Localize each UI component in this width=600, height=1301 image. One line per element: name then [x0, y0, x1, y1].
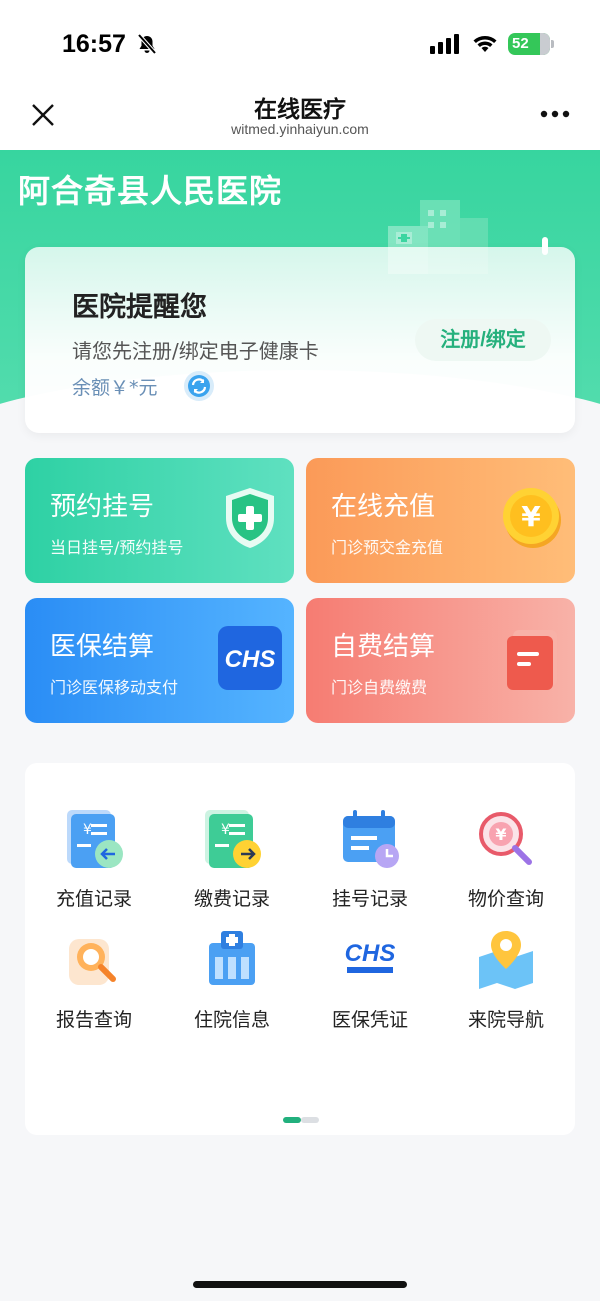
quick-action-title: 在线充值 — [331, 492, 436, 522]
insurance-voucher-icon: CHS — [345, 940, 396, 973]
reminder-description: 请您先注册/绑定电子健康卡 — [72, 339, 319, 363]
services-panel: ¥ 充值记录 ¥ 缴费记录 挂号记录 ¥ 物价查询 报告查询 住院信息 CHS … — [25, 763, 575, 1135]
battery-level: 52 — [512, 35, 529, 52]
page-domain: witmed.yinhaiyun.com — [231, 121, 369, 137]
svg-text:¥: ¥ — [495, 825, 506, 844]
wifi-icon — [473, 36, 497, 52]
service-label: 医保凭证 — [331, 1009, 408, 1031]
battery-indicator: 52 — [508, 33, 554, 55]
reminder-title: 医院提醒您 — [72, 292, 207, 323]
register-bind-button[interactable]: 注册/绑定 — [415, 319, 551, 361]
service-recharge-record[interactable]: ¥ 充值记录 — [34, 806, 154, 916]
signal-icon — [430, 34, 459, 54]
quick-action-title: 预约挂号 — [50, 492, 155, 522]
service-price-query[interactable]: ¥ 物价查询 — [446, 806, 566, 916]
quick-action-title: 医保结算 — [50, 632, 155, 662]
service-inpatient-info[interactable]: 住院信息 — [172, 927, 292, 1037]
report-query-icon — [69, 939, 116, 985]
navigation-icon — [479, 931, 533, 989]
quick-action-title: 自费结算 — [331, 632, 436, 662]
bell-muted-icon — [137, 33, 157, 55]
service-navigation[interactable]: 来院导航 — [446, 927, 566, 1037]
service-label: 来院导航 — [467, 1009, 544, 1031]
page-indicator — [283, 1117, 319, 1123]
service-label: 充值记录 — [55, 888, 132, 910]
svg-text:¥: ¥ — [521, 500, 541, 533]
service-label: 报告查询 — [55, 1009, 132, 1031]
appointment-card[interactable]: 预约挂号 当日挂号/预约挂号 — [25, 458, 294, 583]
service-label: 缴费记录 — [193, 888, 270, 910]
recharge-record-icon: ¥ — [67, 810, 123, 868]
service-insurance-voucher[interactable]: CHS 医保凭证 — [310, 927, 430, 1037]
more-icon[interactable] — [540, 110, 570, 118]
svg-text:CHS: CHS — [225, 646, 276, 673]
shield-plus-icon — [226, 488, 274, 548]
service-payment-record[interactable]: ¥ 缴费记录 — [172, 806, 292, 916]
quick-action-subtitle: 当日挂号/预约挂号 — [50, 538, 184, 557]
inpatient-info-icon — [209, 931, 255, 985]
registration-record-icon — [343, 810, 399, 868]
reminder-card: 医院提醒您 请您先注册/绑定电子健康卡 余额￥*元 注册/绑定 — [25, 237, 575, 433]
chs-icon: CHS — [218, 626, 282, 690]
service-registration-record[interactable]: 挂号记录 — [310, 806, 430, 916]
balance-text: 余额￥*元 — [72, 377, 158, 399]
self-pay-card[interactable]: 自费结算 门诊自费缴费 — [306, 598, 575, 723]
scroll-indicator — [542, 237, 548, 255]
service-label: 住院信息 — [193, 1009, 270, 1031]
price-query-icon: ¥ — [479, 812, 532, 865]
yuan-coin-icon: ¥ — [503, 488, 561, 548]
svg-text:CHS: CHS — [345, 940, 396, 967]
online-recharge-card[interactable]: 在线充值 门诊预交金充值 ¥ — [306, 458, 575, 583]
status-bar: 16:57 52 — [0, 0, 600, 88]
page-title: 在线医疗 — [254, 97, 346, 123]
payment-record-icon: ¥ — [205, 810, 261, 868]
quick-action-subtitle: 门诊自费缴费 — [331, 678, 428, 697]
home-indicator[interactable] — [193, 1281, 407, 1288]
hospital-name: 阿合奇县人民医院 — [18, 172, 283, 210]
svg-text:¥: ¥ — [221, 822, 230, 838]
page-dot-inactive — [301, 1117, 319, 1123]
service-label: 挂号记录 — [331, 888, 408, 910]
refresh-icon[interactable] — [183, 370, 215, 402]
nav-bar: 在线医疗 witmed.yinhaiyun.com — [0, 88, 600, 150]
bill-icon — [507, 630, 557, 690]
page-dot-active — [283, 1117, 301, 1123]
svg-text:¥: ¥ — [83, 822, 92, 838]
insurance-settlement-card[interactable]: 医保结算 门诊医保移动支付 CHS — [25, 598, 294, 723]
quick-action-subtitle: 门诊医保移动支付 — [50, 678, 179, 697]
status-time: 16:57 — [62, 30, 126, 58]
service-label: 物价查询 — [467, 888, 544, 910]
quick-action-subtitle: 门诊预交金充值 — [331, 538, 444, 557]
service-report-query[interactable]: 报告查询 — [34, 927, 154, 1037]
